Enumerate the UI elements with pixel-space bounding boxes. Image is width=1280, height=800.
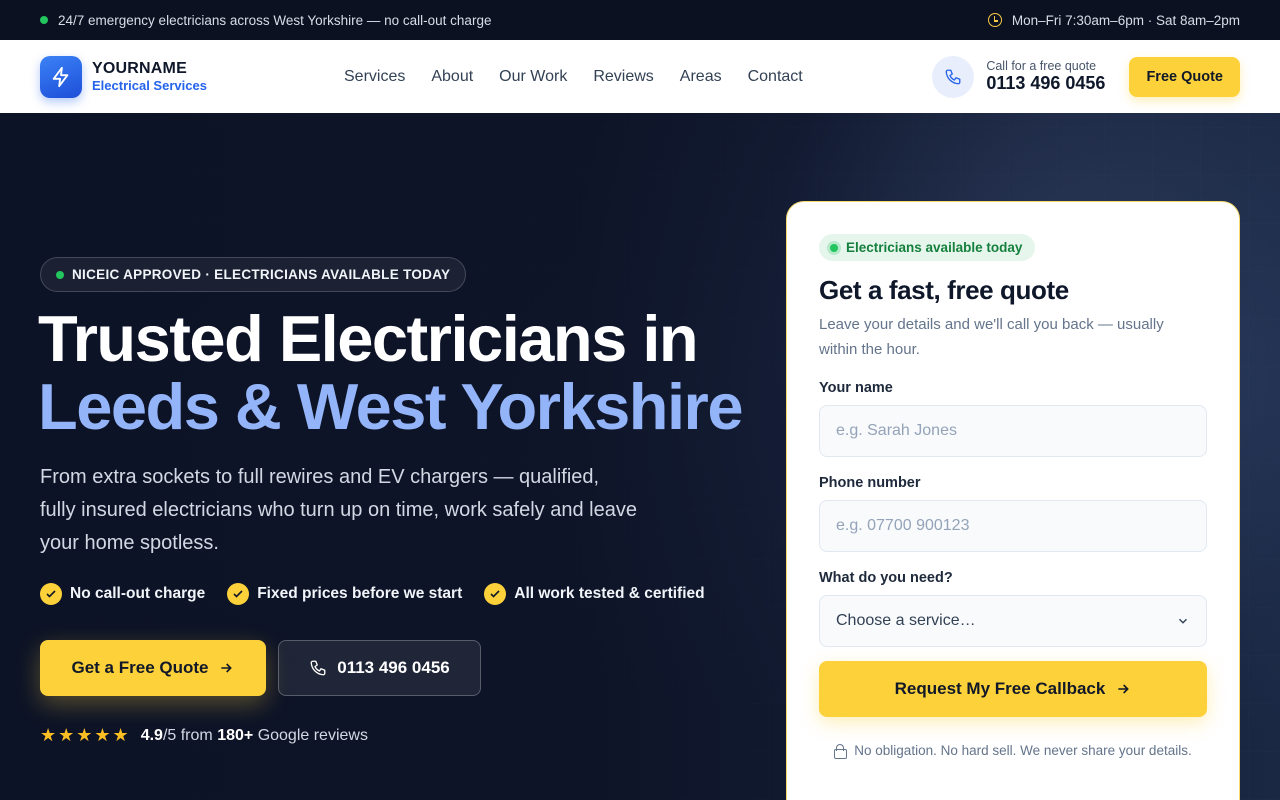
call-phone-label: 0113 496 0456 xyxy=(337,658,450,677)
call-phone-button[interactable]: 0113 496 0456 xyxy=(278,640,481,696)
free-quote-button[interactable]: Free Quote xyxy=(1129,56,1240,97)
arrow-right-icon xyxy=(221,663,233,673)
form-title: Get a fast, free quote xyxy=(819,275,1069,305)
service-select[interactable]: Choose a service… xyxy=(819,595,1207,647)
hero-title-line2: Leeds & West Yorkshire xyxy=(38,370,743,443)
rating-count: 180+ xyxy=(217,726,254,744)
status-dot-icon xyxy=(40,16,48,24)
arrow-right-icon xyxy=(1118,684,1130,694)
announcement: 24/7 emergency electricians across West … xyxy=(40,13,491,28)
phone-icon[interactable] xyxy=(932,55,975,98)
benefit-item: No call-out charge xyxy=(40,583,205,605)
clock-icon xyxy=(987,13,1002,27)
header-phone-number[interactable]: 0113 496 0456 xyxy=(986,73,1105,94)
privacy-note: No obligation. No hard sell. We never sh… xyxy=(819,743,1207,759)
benefit-label: Fixed prices before we start xyxy=(257,585,463,602)
main-nav: Services About Our Work Reviews Areas Co… xyxy=(344,68,803,86)
header-call[interactable]: Call for a free quote 0113 496 0456 xyxy=(986,59,1105,94)
status-dot-icon xyxy=(830,243,838,252)
request-callback-button[interactable]: Request My Free Callback xyxy=(819,661,1207,717)
hero-lead: From extra sockets to full rewires and E… xyxy=(40,466,637,554)
star-rating-icon: ★★★★★ xyxy=(40,725,131,745)
benefit-item: Fixed prices before we start xyxy=(227,583,462,605)
top-announcement-bar: 24/7 emergency electricians across West … xyxy=(0,0,1280,40)
rating-source: Google reviews xyxy=(257,726,368,744)
nav-contact[interactable]: Contact xyxy=(748,68,803,86)
hero-title-line1: Trusted Electricians in xyxy=(38,302,699,375)
name-label: Your name xyxy=(819,380,893,396)
service-label: What do you need? xyxy=(819,570,953,586)
checkmark-icon xyxy=(40,583,62,605)
benefit-item: All work tested & certified xyxy=(484,583,705,605)
call-label: Call for a free quote xyxy=(986,59,1097,73)
get-free-quote-label: Get a Free Quote xyxy=(71,658,209,677)
get-free-quote-button[interactable]: Get a Free Quote xyxy=(40,640,266,696)
brand-subtitle: Electrical Services xyxy=(92,78,207,93)
site-header: YOURNAME Electrical Services Services Ab… xyxy=(0,40,1280,113)
phone-input[interactable]: e.g. 07700 900123 xyxy=(819,500,1207,552)
announcement-text: 24/7 emergency electricians across West … xyxy=(58,12,492,28)
lock-icon xyxy=(834,744,848,759)
availability-text: Electricians available today xyxy=(846,240,1023,255)
opening-hours: Mon–Fri 7:30am–6pm · Sat 8am–2pm xyxy=(987,12,1240,28)
status-dot-icon xyxy=(56,270,64,279)
privacy-note-text: No obligation. No hard sell. We never sh… xyxy=(854,743,1192,758)
nav-services[interactable]: Services xyxy=(344,68,405,86)
hero-title: Trusted Electricians in Leeds & West Yor… xyxy=(38,302,743,443)
rating-out-of: /5 from xyxy=(162,726,213,744)
opening-hours-text: Mon–Fri 7:30am–6pm · Sat 8am–2pm xyxy=(1011,12,1240,28)
checkmark-icon xyxy=(227,583,250,605)
benefit-label: No call-out charge xyxy=(70,585,206,602)
benefit-label: All work tested & certified xyxy=(514,585,705,602)
nav-reviews[interactable]: Reviews xyxy=(593,68,653,86)
availability-badge: Electricians available today xyxy=(819,234,1036,261)
brand-name: YOURNAME xyxy=(92,60,187,77)
checkmark-icon xyxy=(484,583,507,605)
service-select-value: Choose a service… xyxy=(836,612,976,629)
nav-areas[interactable]: Areas xyxy=(680,68,722,86)
nav-our-work[interactable]: Our Work xyxy=(499,68,567,86)
phone-label: Phone number xyxy=(819,475,921,491)
chevron-down-icon xyxy=(1179,618,1187,624)
quote-form-card: Electricians available today Get a fast,… xyxy=(786,201,1240,800)
rating-score: 4.9 xyxy=(140,726,163,744)
benefits-list: No call-out charge Fixed prices before w… xyxy=(40,583,705,605)
phone-icon xyxy=(310,660,326,676)
approval-badge: NICEIC APPROVED · ELECTRICIANS AVAILABLE… xyxy=(40,257,467,292)
rating-text: 4.9/5 from 180+ Google reviews xyxy=(141,727,368,745)
logo[interactable]: YOURNAME Electrical Services xyxy=(40,55,340,98)
approval-badge-text: NICEIC APPROVED · ELECTRICIANS AVAILABLE… xyxy=(72,267,451,282)
hero-section: NICEIC APPROVED · ELECTRICIANS AVAILABLE… xyxy=(0,113,1280,800)
request-callback-label: Request My Free Callback xyxy=(894,679,1106,698)
lightning-bolt-icon xyxy=(40,55,82,98)
google-rating: ★★★★★ 4.9/5 from 180+ Google reviews xyxy=(40,725,368,746)
form-description: Leave your details and we'll call you ba… xyxy=(819,316,1164,358)
nav-about[interactable]: About xyxy=(431,68,473,86)
name-input[interactable]: e.g. Sarah Jones xyxy=(819,405,1207,457)
